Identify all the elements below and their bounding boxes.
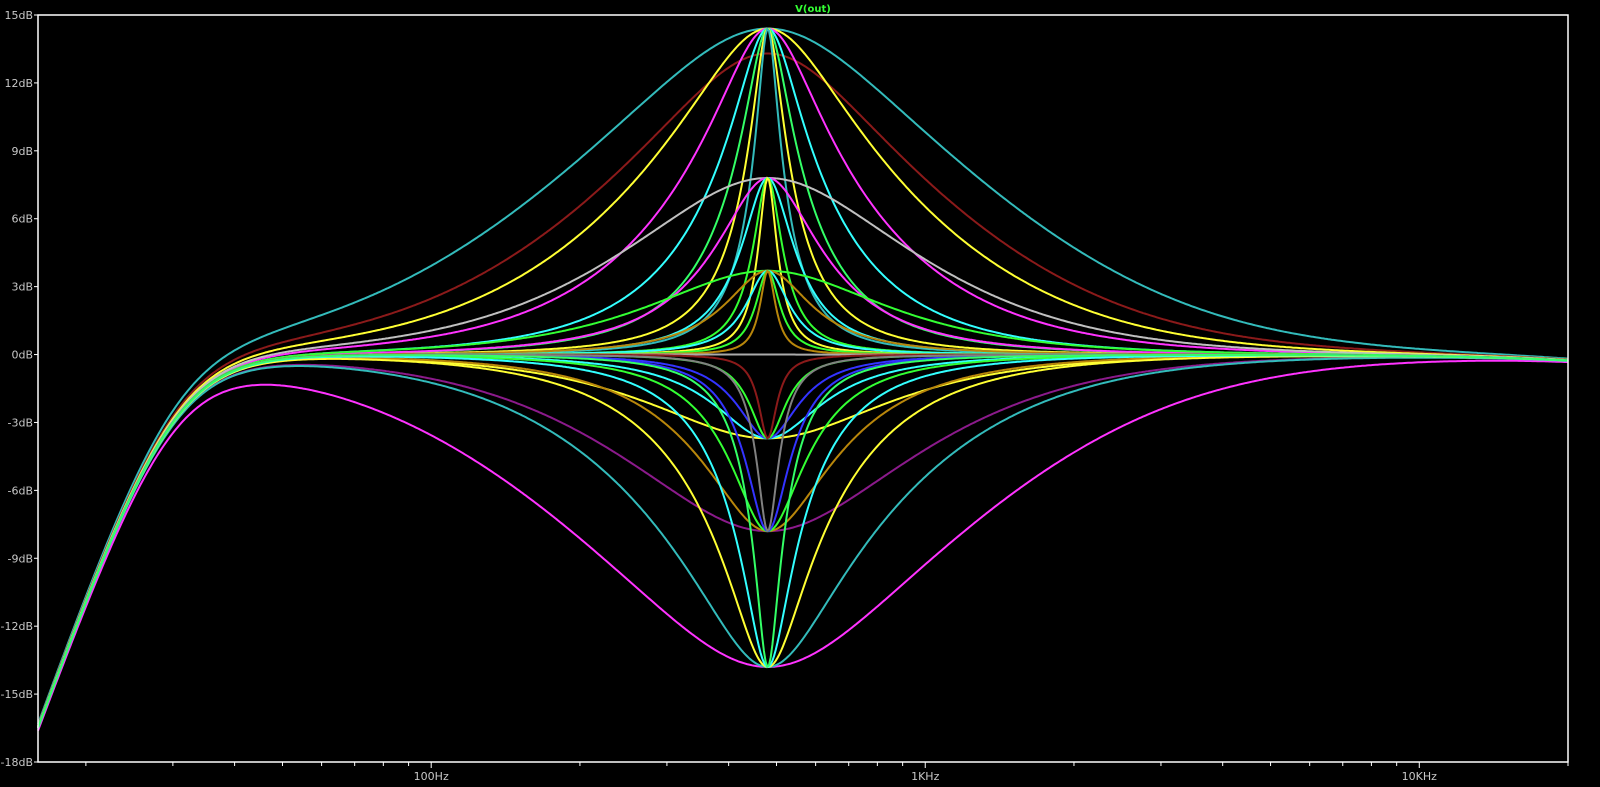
series-line <box>37 176 1569 728</box>
y-tick-label: 12dB <box>4 77 33 90</box>
series-line <box>37 176 1569 728</box>
x-tick-label: 100Hz <box>414 770 449 783</box>
series-line <box>37 356 1569 729</box>
series-line <box>37 353 1569 728</box>
series-line <box>37 353 1569 728</box>
series-line <box>37 353 1569 728</box>
series-line <box>37 356 1569 729</box>
series-line <box>37 52 1569 727</box>
series-line <box>37 176 1569 728</box>
y-tick-label: -6dB <box>8 484 34 497</box>
series-line <box>37 354 1569 728</box>
y-tick-label: 3dB <box>11 281 33 294</box>
y-tick-label: 6dB <box>11 213 33 226</box>
series-line <box>37 354 1569 728</box>
series-line <box>37 353 1569 728</box>
series-line <box>37 27 1569 725</box>
series-line <box>37 353 1569 728</box>
y-tick-label: 15dB <box>4 9 33 22</box>
x-tick-label: 1KHz <box>911 770 939 783</box>
y-tick-label: 0dB <box>11 349 33 362</box>
series-line <box>37 355 1569 729</box>
series-line <box>37 354 1569 728</box>
y-tick-label: 9dB <box>11 145 33 158</box>
y-tick-label: -15dB <box>1 688 34 701</box>
series-line <box>37 176 1569 728</box>
y-tick-label: -9dB <box>8 552 34 565</box>
plot-frame <box>37 14 1569 763</box>
bode-plot: V(out) 15dB 12dB 9dB 6dB 3dB 0dB -3dB -6dB -9dB -… <box>1 4 1569 783</box>
y-tick-label: -3dB <box>8 416 34 429</box>
series-group <box>37 26 1569 731</box>
series-line <box>37 354 1569 728</box>
y-axis: 15dB 12dB 9dB 6dB 3dB 0dB -3dB -6dB -9dB -12dB -15… <box>1 9 38 769</box>
x-tick-label: 10KHz <box>1402 770 1437 783</box>
series-line <box>37 354 1569 729</box>
series-line <box>37 177 1569 728</box>
chart-title: V(out) <box>795 4 831 15</box>
x-axis: 100Hz 1KHz 10KHz <box>85 762 1569 783</box>
series-line <box>37 359 1569 731</box>
series-line <box>37 354 1568 728</box>
y-tick-label: -12dB <box>1 620 34 633</box>
series-line <box>37 355 1569 729</box>
y-tick-label: -18dB <box>1 756 34 769</box>
